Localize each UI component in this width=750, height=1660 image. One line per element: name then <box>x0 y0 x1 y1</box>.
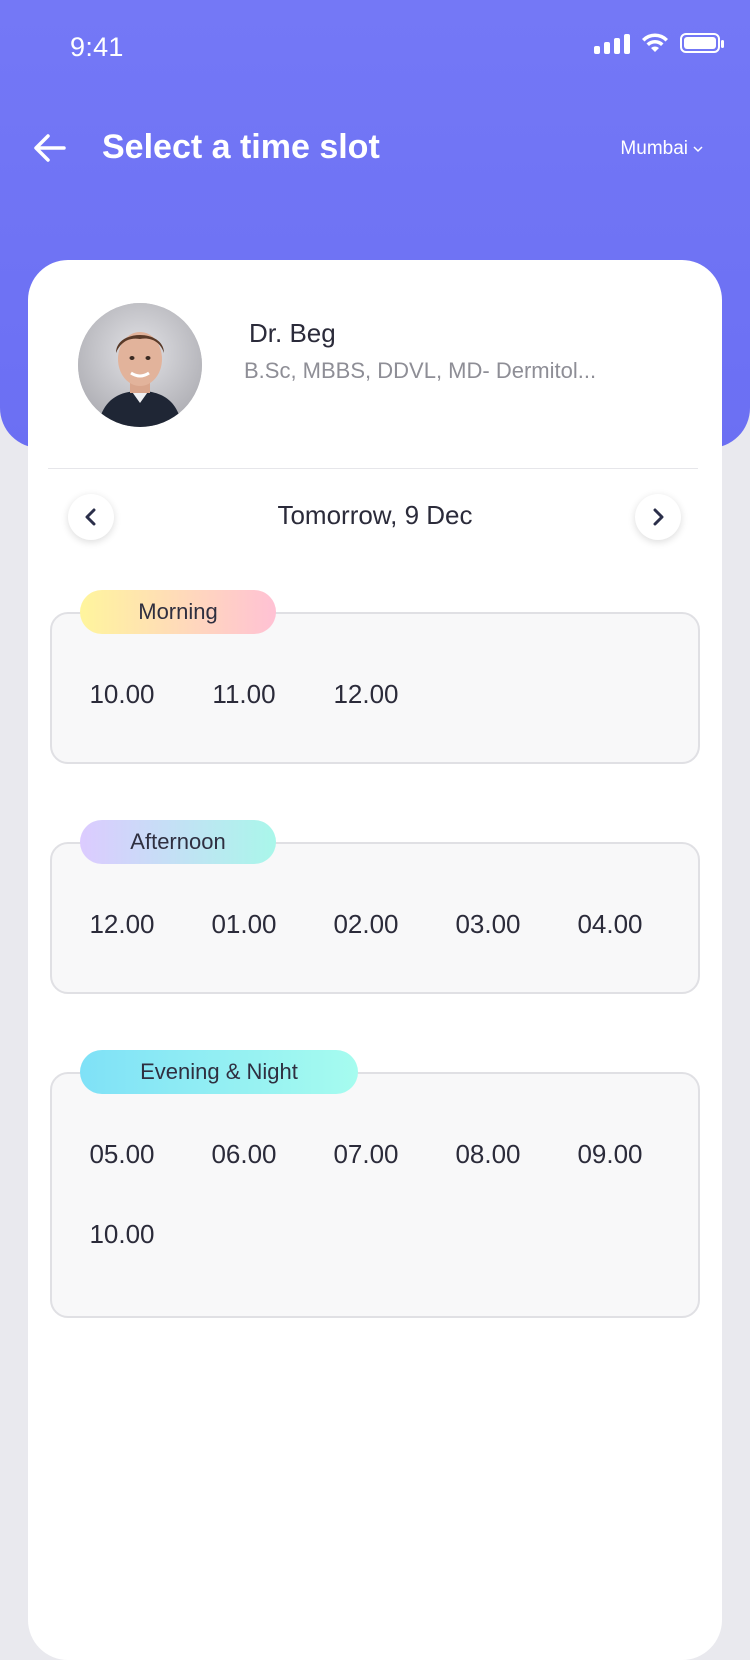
afternoon-slot-group: Afternoon 12.00 01.00 02.00 03.00 04.00 <box>50 820 700 994</box>
city-label: Mumbai <box>620 138 688 159</box>
time-slot[interactable]: 02.00 <box>306 909 426 940</box>
time-slot[interactable]: 12.00 <box>306 679 426 710</box>
time-slot[interactable]: 05.00 <box>62 1139 182 1170</box>
chevron-right-icon <box>653 508 664 526</box>
time-slot[interactable]: 12.00 <box>62 909 182 940</box>
selected-date: Tomorrow, 9 Dec <box>277 500 473 530</box>
appointment-card: Dr. Beg B.Sc, MBBS, DDVL, MD- Dermitol..… <box>28 260 722 1660</box>
time-slot[interactable]: 06.00 <box>184 1139 304 1170</box>
afternoon-label: Afternoon <box>80 820 276 864</box>
back-button[interactable] <box>30 128 70 168</box>
evening-label: Evening & Night <box>80 1050 358 1094</box>
arrow-left-icon <box>34 134 66 162</box>
time-slot[interactable]: 04.00 <box>550 909 670 940</box>
time-slot[interactable]: 10.00 <box>62 1219 182 1250</box>
next-date-button[interactable] <box>635 494 681 540</box>
doctor-qualifications: B.Sc, MBBS, DDVL, MD- Dermitol... <box>244 358 597 383</box>
time-slot[interactable]: 07.00 <box>306 1139 426 1170</box>
time-slot[interactable]: 11.00 <box>184 679 304 710</box>
wifi-icon <box>642 33 668 52</box>
status-time: 9:41 <box>70 32 124 62</box>
city-selector[interactable]: Mumbai <box>620 138 704 160</box>
cellular-signal-icon <box>594 32 630 54</box>
doctor-name: Dr. Beg <box>249 318 336 348</box>
time-slot[interactable]: 10.00 <box>62 679 182 710</box>
time-slot[interactable]: 09.00 <box>550 1139 670 1170</box>
morning-label: Morning <box>80 590 276 634</box>
evening-slot-group: Evening & Night 05.00 06.00 07.00 08.00 … <box>50 1050 700 1318</box>
status-icons <box>594 32 724 54</box>
page-title: Select a time slot <box>102 128 380 166</box>
time-slot[interactable]: 01.00 <box>184 909 304 940</box>
divider <box>48 468 698 469</box>
doctor-avatar <box>78 303 202 427</box>
morning-slot-group: Morning 10.00 11.00 12.00 <box>50 590 700 764</box>
battery-icon <box>680 33 724 53</box>
doctor-photo <box>78 303 202 427</box>
chevron-down-icon <box>693 146 703 153</box>
time-slot[interactable]: 08.00 <box>428 1139 548 1170</box>
time-slot[interactable]: 03.00 <box>428 909 548 940</box>
